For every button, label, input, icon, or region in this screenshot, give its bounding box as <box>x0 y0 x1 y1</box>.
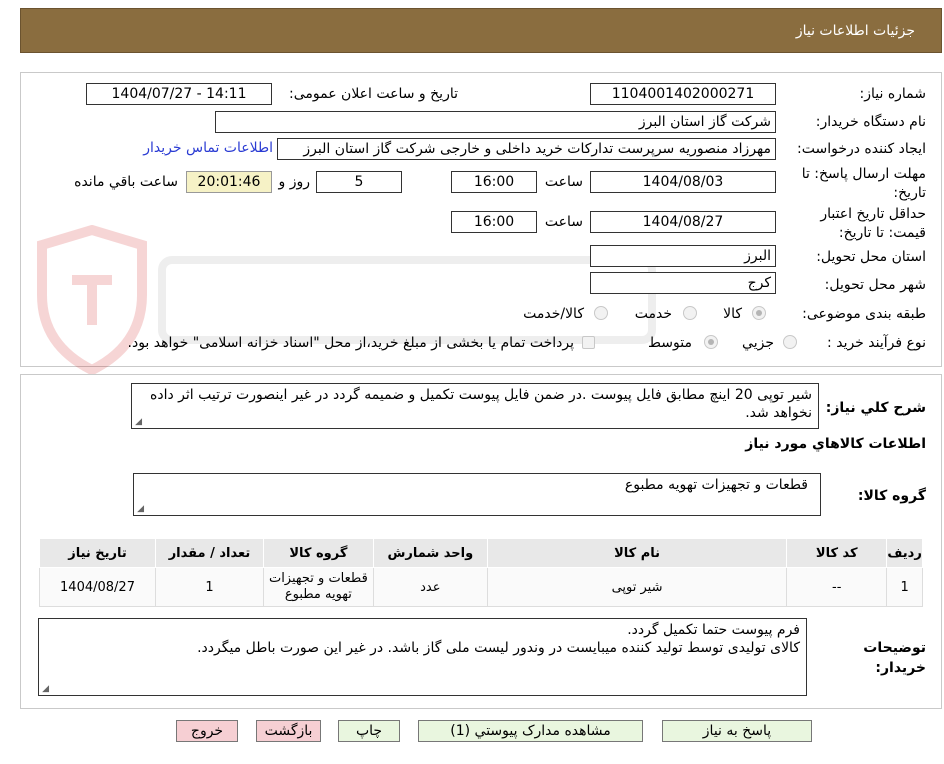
city-label: شهر محل تحویل: <box>824 277 926 293</box>
buyer-org-field: شرکت گاز استان البرز <box>215 111 776 133</box>
deadline-time-field: 16:00 <box>451 171 537 193</box>
process-label: نوع فرآیند خرید : <box>827 335 926 351</box>
remaining-label: ساعت باقي مانده <box>74 174 178 190</box>
summary-label: شرح کلي نياز: <box>825 400 926 416</box>
process-minor-radio[interactable] <box>783 335 797 349</box>
col-row-number: ردیف <box>886 538 923 568</box>
group-value: قطعات و تجهیزات تهویه مطبوع <box>624 477 808 493</box>
col-item-group: گروه کالا <box>262 538 374 568</box>
requester-field: مهرزاد منصوریه سرپرست تدارکات خرید داخلی… <box>277 138 776 160</box>
items-heading: اطلاعات کالاهاي مورد نياز <box>745 436 926 452</box>
category-service-radio[interactable] <box>683 306 697 320</box>
buyer-notes-label-line2: خریدار: <box>875 660 926 676</box>
resize-grip-icon[interactable]: ◢ <box>134 418 142 427</box>
days-label: روز و <box>278 174 311 190</box>
process-medium-radio[interactable] <box>704 335 718 349</box>
print-button[interactable]: چاپ <box>338 720 400 742</box>
validity-date-field: 1404/08/27 <box>590 211 776 233</box>
buyer-notes-line2: کالای تولیدی توسط تولید کننده میبایست در… <box>197 640 800 656</box>
cell-row-number: 1 <box>886 567 923 607</box>
cell-need-date: 1404/08/27 <box>38 567 157 607</box>
group-textarea: قطعات و تجهیزات تهویه مطبوع ◢ <box>133 473 821 516</box>
watermark-logo-icon <box>37 225 656 375</box>
category-label: طبقه بندی موضوعی: <box>802 306 926 322</box>
cell-item-name: شیر توپی <box>486 567 788 607</box>
city-field: کرج <box>590 272 776 294</box>
cell-item-code: -- <box>786 567 888 607</box>
col-need-date: تاریخ نیاز <box>38 538 157 568</box>
resize-grip-icon[interactable]: ◢ <box>136 505 144 514</box>
announce-label: تاریخ و ساعت اعلان عمومی: <box>289 86 458 102</box>
group-label: گروه کالا: <box>857 488 926 504</box>
deadline-time-label: ساعت <box>544 174 583 190</box>
cell-unit: عدد <box>372 567 488 607</box>
province-label: استان محل تحویل: <box>816 249 926 265</box>
validity-time-field: 16:00 <box>451 211 537 233</box>
category-goods-service-radio[interactable] <box>594 306 608 320</box>
col-item-code: کد کالا <box>786 538 888 568</box>
cell-item-group: قطعات و تجهیزات تهویه مطبوع <box>262 567 374 607</box>
view-attachments-button[interactable]: مشاهده مدارک پیوستي (1) <box>418 720 643 742</box>
reply-button[interactable]: پاسخ به نیاز <box>662 720 812 742</box>
summary-textarea: شیر توپی 20 اینچ مطابق فایل پیوست .در ضم… <box>131 383 819 429</box>
treasury-payment-checkbox[interactable] <box>582 336 595 349</box>
table-header-row: ردیف کد کالا نام کالا واحد شمارش گروه کا… <box>38 538 923 568</box>
table-row: 1 -- شیر توپی عدد قطعات و تجهیزات تهویه … <box>38 567 923 607</box>
need-number-label: شماره نیاز: <box>859 86 927 102</box>
col-item-name: نام کالا <box>486 538 788 568</box>
validity-time-label: ساعت <box>544 214 583 230</box>
summary-text: شیر توپی 20 اینچ مطابق فایل پیوست .در ضم… <box>150 387 812 421</box>
requester-label: ایجاد کننده درخواست: <box>797 141 926 157</box>
validity-label-line2: قیمت: تا تاریخ: <box>838 225 926 241</box>
category-goods-service-label: کالا/خدمت <box>523 306 584 322</box>
remaining-time-field: 20:01:46 <box>186 171 272 193</box>
resize-grip-icon[interactable]: ◢ <box>41 685 49 694</box>
buyer-notes-line1: فرم پیوست حتما تکمیل گردد. <box>627 622 800 638</box>
items-table: ردیف کد کالا نام کالا واحد شمارش گروه کا… <box>38 538 923 607</box>
validity-label-line1: حداقل تاریخ اعتبار <box>820 206 926 222</box>
deadline-label-line1: مهلت ارسال پاسخ: تا <box>801 166 926 182</box>
page-header: جزئیات اطلاعات نیاز <box>20 8 942 53</box>
need-number-field: 1104001402000271 <box>590 83 776 105</box>
province-field: البرز <box>590 245 776 267</box>
category-goods-radio[interactable] <box>752 306 766 320</box>
buyer-notes-label-line1: توضیحات <box>863 640 926 656</box>
col-unit: واحد شمارش <box>372 538 488 568</box>
cell-quantity: 1 <box>155 567 264 607</box>
page-title: جزئیات اطلاعات نیاز <box>795 23 915 39</box>
process-minor-label: جزیي <box>742 335 774 351</box>
buyer-contact-link[interactable]: اطلاعات تماس خریدار <box>143 140 273 156</box>
buyer-org-label: نام دستگاه خریدار: <box>815 114 926 130</box>
announce-datetime-field: 1404/07/27 - 14:11 <box>86 83 272 105</box>
category-goods-label: کالا <box>723 306 742 322</box>
days-field: 5 <box>316 171 402 193</box>
buyer-notes-textarea: فرم پیوست حتما تکمیل گردد. کالای تولیدی … <box>38 618 807 696</box>
exit-button[interactable]: خروج <box>176 720 238 742</box>
deadline-date-field: 1404/08/03 <box>590 171 776 193</box>
col-quantity: تعداد / مقدار <box>155 538 264 568</box>
deadline-label-line2: تاریخ: <box>893 185 926 201</box>
back-button[interactable]: بازگشت <box>256 720 321 742</box>
process-medium-label: متوسط <box>648 335 692 351</box>
treasury-payment-note: پرداخت تمام یا بخشی از مبلغ خرید،از محل … <box>127 335 574 351</box>
category-service-label: خدمت <box>634 306 672 322</box>
